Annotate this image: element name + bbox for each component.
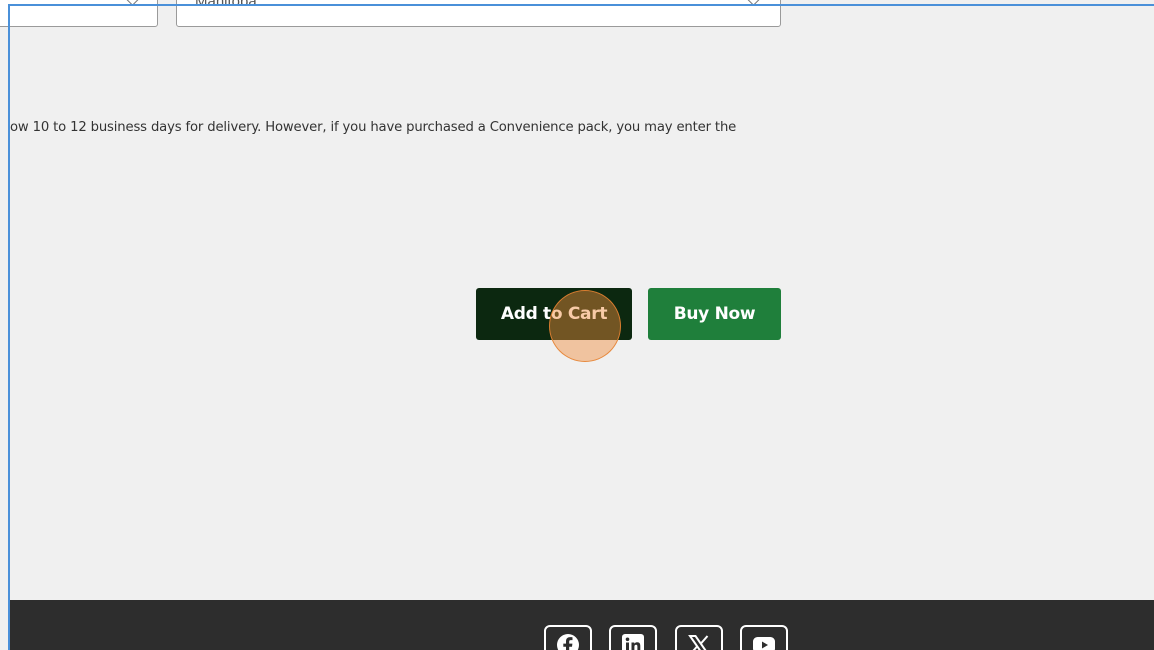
- youtube-icon: [753, 637, 775, 650]
- facebook-icon: [557, 634, 579, 650]
- frame-border: [8, 4, 1154, 6]
- delivery-notice: ow 10 to 12 business days for delivery. …: [10, 120, 737, 135]
- site-footer: [10, 600, 1154, 650]
- x-icon: [688, 635, 709, 650]
- facebook-link[interactable]: [544, 625, 592, 650]
- add-to-cart-button[interactable]: Add to Cart: [476, 288, 632, 340]
- x-link[interactable]: [675, 625, 723, 650]
- buy-now-button[interactable]: Buy Now: [648, 288, 781, 340]
- linkedin-icon: [622, 634, 644, 650]
- frame-border: [8, 4, 10, 650]
- linkedin-link[interactable]: [609, 625, 657, 650]
- youtube-link[interactable]: [740, 625, 788, 650]
- browser-viewport: Manitoba ow 10 to 12 business days for d…: [0, 0, 1154, 650]
